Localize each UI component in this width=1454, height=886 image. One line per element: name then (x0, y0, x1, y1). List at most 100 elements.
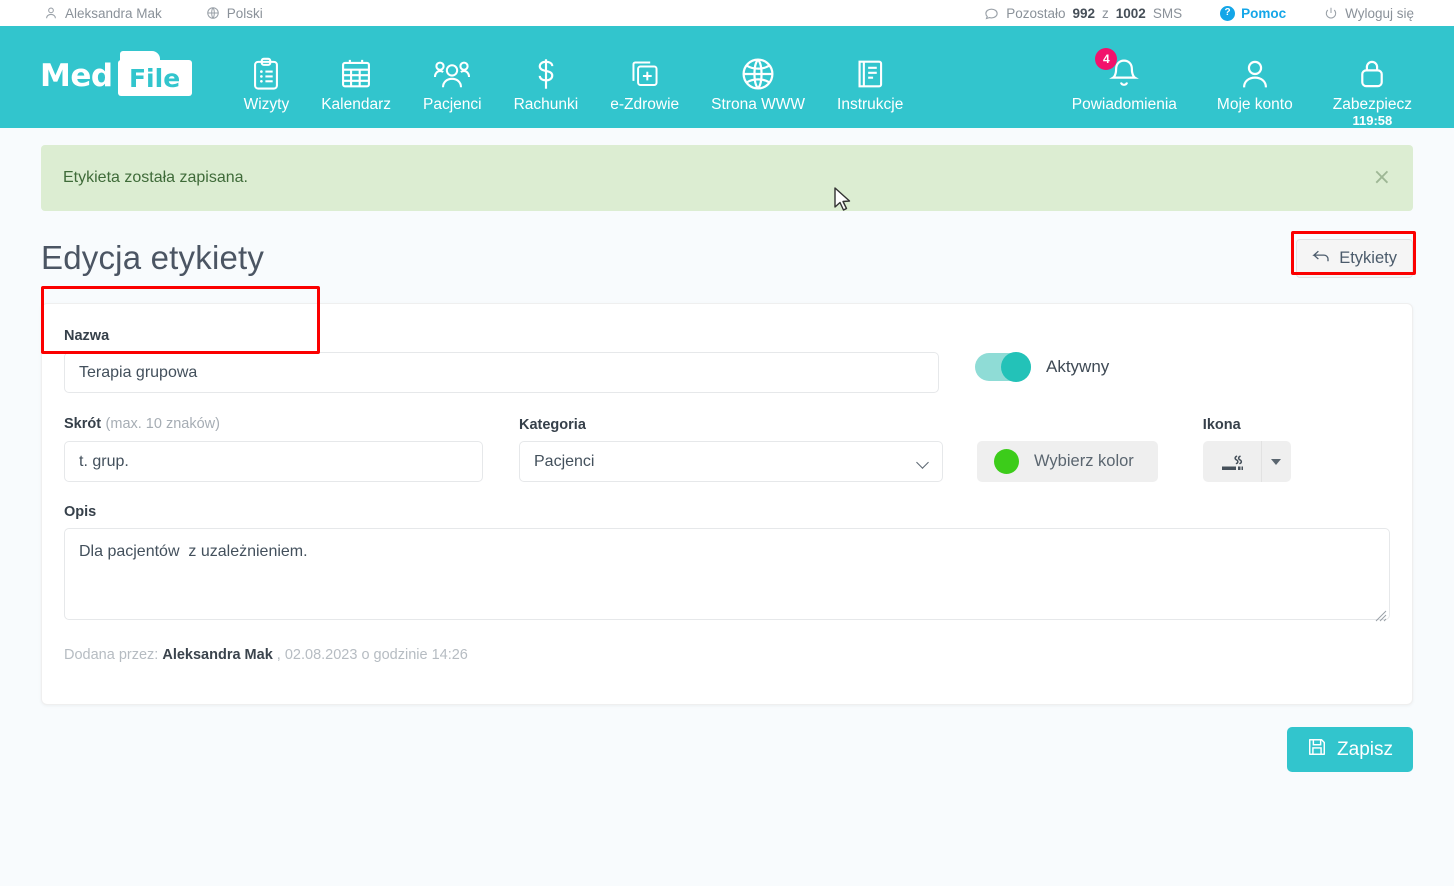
power-icon (1324, 6, 1338, 20)
nav-right-items: 4 Powiadomienia Moje konto Zabezpiecz 11… (1052, 48, 1432, 128)
globe-icon (206, 6, 220, 20)
save-button-label: Zapisz (1337, 738, 1393, 760)
brand-logo[interactable]: Med File (40, 51, 192, 96)
nav-item-rachunki[interactable]: Rachunki (498, 54, 595, 114)
clipboard-icon (251, 54, 281, 94)
logout-label: Wyloguj się (1345, 5, 1414, 21)
nav-label: e-Zdrowie (610, 96, 680, 113)
nav-item-powiadomienia[interactable]: 4 Powiadomienia (1052, 48, 1197, 114)
name-field-group: Nazwa (64, 328, 939, 393)
sms-text-suffix: SMS (1152, 5, 1183, 21)
calendar-icon (340, 54, 372, 94)
form-row-details: Skrót (max. 10 znaków) Kategoria Pacjenc… (64, 415, 1390, 482)
short-label-wrap: Skrót (max. 10 znaków) (64, 415, 483, 433)
alert-message: Etykieta została zapisana. (63, 169, 248, 186)
metadata-line: Dodana przez: Aleksandra Mak , 02.08.202… (64, 647, 1390, 663)
chevron-down-icon (1260, 441, 1291, 482)
save-disk-icon (1307, 737, 1327, 763)
arrow-back-icon (1312, 249, 1330, 268)
dollar-icon (533, 54, 559, 94)
question-mark-icon: ? (1220, 5, 1236, 21)
nav-item-zabezpiecz[interactable]: Zabezpiecz 119:58 (1313, 54, 1432, 128)
language-label: Polski (226, 5, 263, 21)
description-label: Opis (64, 504, 97, 520)
nav-item-moje-konto[interactable]: Moje konto (1197, 54, 1313, 114)
icon-field-group: Ikona (1202, 417, 1291, 482)
description-textarea-wrap: Dla pacjentów z uzależnieniem. (64, 528, 1390, 625)
nav-item-instrukcje[interactable]: Instrukcje (821, 54, 919, 114)
choose-color-label: Wybierz kolor (1034, 452, 1134, 470)
brand-logo-med: Med (40, 58, 113, 94)
current-user-name: Aleksandra Mak (65, 5, 162, 21)
user-icon (1240, 54, 1270, 94)
nav-item-pacjenci[interactable]: Pacjenci (407, 54, 498, 114)
bell-icon: 4 (1095, 48, 1140, 94)
security-timer: 119:58 (1352, 113, 1393, 128)
nav-label: Strona WWW (711, 96, 806, 113)
form-row-name: Nazwa Aktywny (64, 328, 1390, 393)
sms-text-prefix: Pozostało (1006, 5, 1066, 21)
nav-item-strona-www[interactable]: Strona WWW (695, 54, 821, 114)
sms-used: 992 (1072, 5, 1096, 21)
icon-picker[interactable] (1202, 441, 1291, 482)
help-label: Pomoc (1241, 5, 1287, 21)
metadata-suffix: , 02.08.2023 o godzinie 14:26 (276, 647, 468, 663)
short-field-group: Skrót (max. 10 znaków) (64, 415, 483, 482)
description-textarea[interactable]: Dla pacjentów z uzależnieniem. (64, 528, 1390, 620)
user-icon (44, 6, 58, 20)
category-select-wrap: Pacjenci (519, 441, 943, 482)
medical-card-icon (630, 54, 660, 94)
page-header: Edycja etykiety Etykiety (41, 231, 1416, 285)
name-input[interactable] (64, 352, 939, 393)
nav-label: Kalendarz (321, 96, 392, 113)
color-swatch-icon (994, 449, 1019, 474)
main-navigation: Med File Wizyty Kalendarz Pacjenci Rachu… (0, 26, 1454, 128)
help-link[interactable]: ? Pomoc (1220, 5, 1287, 21)
icon-label: Ikona (1202, 417, 1241, 433)
smoking-icon (1203, 441, 1261, 482)
sms-counter: Pozostało 992 z 1002 SMS (984, 6, 1182, 21)
active-toggle-label: Aktywny (1046, 357, 1110, 376)
nav-label: Rachunki (513, 96, 579, 113)
metadata-author: Aleksandra Mak (162, 647, 273, 663)
language-selector[interactable]: Polski (206, 6, 263, 21)
utility-bar-left: Aleksandra Mak Polski (44, 6, 263, 21)
chat-bubble-icon (984, 6, 999, 21)
app-root: Aleksandra Mak Polski Pozostało 992 z 10… (0, 0, 1454, 886)
nav-label: Instrukcje (837, 96, 904, 113)
nav-label: Moje konto (1216, 96, 1293, 113)
name-label: Nazwa (64, 328, 110, 344)
nav-label: Wizyty (243, 96, 290, 113)
save-button[interactable]: Zapisz (1287, 727, 1413, 772)
nav-item-wizyty[interactable]: Wizyty (228, 54, 306, 114)
page-title: Edycja etykiety (41, 239, 265, 276)
active-toggle-group: Aktywny (975, 328, 1110, 382)
folder-icon: File (117, 51, 192, 96)
back-button-label: Etykiety (1339, 248, 1397, 267)
close-icon[interactable]: × (1373, 167, 1391, 189)
back-to-labels-button[interactable]: Etykiety (1296, 238, 1413, 278)
nav-label: Pacjenci (423, 96, 482, 113)
active-toggle[interactable] (975, 352, 1031, 382)
current-user[interactable]: Aleksandra Mak (44, 6, 162, 21)
globe-icon (741, 54, 775, 94)
nav-item-kalendarz[interactable]: Kalendarz (305, 54, 407, 114)
category-select[interactable]: Pacjenci (519, 441, 943, 482)
choose-color-button[interactable]: Wybierz kolor (977, 441, 1158, 482)
category-label: Kategoria (519, 417, 586, 433)
metadata-prefix: Dodana przez: (64, 647, 159, 663)
form-actions: Zapisz (41, 727, 1413, 772)
short-input[interactable] (64, 441, 483, 482)
nav-label: Zabezpiecz (1332, 96, 1412, 113)
brand-logo-file: File (128, 63, 181, 93)
utility-bar: Aleksandra Mak Polski Pozostało 992 z 10… (0, 0, 1454, 26)
lock-icon (1358, 54, 1386, 94)
sms-text-mid: z (1102, 5, 1109, 21)
logout-link[interactable]: Wyloguj się (1324, 6, 1414, 21)
book-icon (855, 54, 885, 94)
nav-items: Wizyty Kalendarz Pacjenci Rachunki e-Zdr… (228, 54, 920, 114)
nav-label: Powiadomienia (1071, 96, 1177, 113)
success-alert: Etykieta została zapisana. × (41, 145, 1413, 211)
color-field-group: Wybierz kolor (977, 441, 1158, 482)
nav-item-ezdrowie[interactable]: e-Zdrowie (594, 54, 695, 114)
